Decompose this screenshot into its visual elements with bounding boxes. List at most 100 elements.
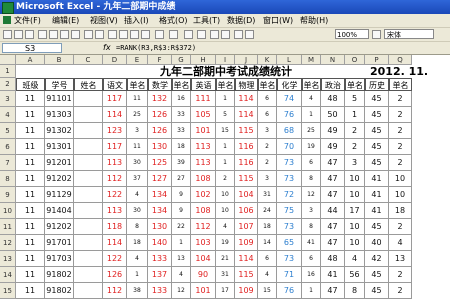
data-cell[interactable]: 114 bbox=[103, 107, 127, 123]
format-painter-icon[interactable] bbox=[141, 30, 150, 39]
data-cell[interactable]: 39 bbox=[172, 155, 191, 171]
data-cell[interactable]: 10 bbox=[216, 187, 235, 203]
column-header[interactable]: N bbox=[321, 55, 345, 65]
data-cell[interactable]: 18 bbox=[258, 219, 277, 235]
data-cell[interactable]: 48 bbox=[321, 91, 345, 107]
data-cell[interactable]: 112 bbox=[103, 283, 127, 299]
data-cell[interactable]: 11 bbox=[16, 155, 45, 171]
data-cell[interactable]: 4 bbox=[302, 91, 321, 107]
data-cell[interactable]: 41 bbox=[365, 203, 389, 219]
data-cell[interactable]: 123 bbox=[103, 123, 127, 139]
paste-icon[interactable] bbox=[130, 30, 139, 39]
data-cell[interactable]: 70 bbox=[277, 139, 302, 155]
data-cell[interactable]: 8 bbox=[127, 219, 148, 235]
column-header[interactable]: A bbox=[16, 55, 45, 65]
name-cell[interactable] bbox=[74, 139, 103, 155]
data-cell[interactable]: 45 bbox=[365, 123, 389, 139]
data-cell[interactable]: 125 bbox=[148, 155, 172, 171]
autosum-icon[interactable] bbox=[197, 30, 206, 39]
data-cell[interactable]: 47 bbox=[321, 219, 345, 235]
data-cell[interactable]: 45 bbox=[365, 107, 389, 123]
data-cell[interactable]: 48 bbox=[321, 251, 345, 267]
data-cell[interactable]: 114 bbox=[235, 91, 258, 107]
name-cell[interactable] bbox=[74, 155, 103, 171]
data-cell[interactable]: 11 bbox=[16, 91, 45, 107]
data-cell[interactable]: 133 bbox=[148, 251, 172, 267]
column-header[interactable]: O bbox=[345, 55, 365, 65]
data-cell[interactable]: 11 bbox=[16, 283, 45, 299]
data-cell[interactable]: 12 bbox=[302, 187, 321, 203]
data-cell[interactable]: 91129 bbox=[45, 187, 74, 203]
data-cell[interactable]: 1 bbox=[345, 107, 365, 123]
data-cell[interactable]: 115 bbox=[235, 267, 258, 283]
name-cell[interactable] bbox=[74, 219, 103, 235]
data-cell[interactable]: 6 bbox=[302, 155, 321, 171]
data-cell[interactable]: 117 bbox=[103, 91, 127, 107]
data-cell[interactable]: 76 bbox=[277, 107, 302, 123]
data-cell[interactable]: 112 bbox=[103, 171, 127, 187]
data-cell[interactable]: 132 bbox=[148, 91, 172, 107]
data-cell[interactable]: 33 bbox=[172, 123, 191, 139]
data-cell[interactable]: 11 bbox=[16, 203, 45, 219]
data-cell[interactable]: 10 bbox=[389, 187, 412, 203]
data-cell[interactable]: 2 bbox=[389, 91, 412, 107]
data-cell[interactable]: 1 bbox=[302, 283, 321, 299]
data-cell[interactable]: 3 bbox=[345, 155, 365, 171]
data-cell[interactable]: 33 bbox=[172, 107, 191, 123]
data-cell[interactable]: 6 bbox=[258, 251, 277, 267]
name-cell[interactable] bbox=[74, 267, 103, 283]
data-cell[interactable]: 11 bbox=[16, 251, 45, 267]
header-cell[interactable]: 化学 bbox=[277, 78, 302, 91]
data-cell[interactable]: 2 bbox=[389, 155, 412, 171]
data-cell[interactable]: 137 bbox=[148, 267, 172, 283]
column-header[interactable]: L bbox=[277, 55, 302, 65]
data-cell[interactable]: 91303 bbox=[45, 107, 74, 123]
data-cell[interactable]: 1 bbox=[216, 91, 235, 107]
name-cell[interactable] bbox=[74, 283, 103, 299]
data-cell[interactable]: 115 bbox=[235, 123, 258, 139]
data-cell[interactable]: 140 bbox=[148, 235, 172, 251]
chart-wizard-icon[interactable] bbox=[234, 30, 243, 39]
data-cell[interactable]: 8 bbox=[302, 171, 321, 187]
row-header[interactable]: 12 bbox=[0, 235, 16, 251]
data-cell[interactable]: 91101 bbox=[45, 91, 74, 107]
column-header[interactable]: J bbox=[235, 55, 258, 65]
header-cell[interactable]: 政治 bbox=[321, 78, 345, 91]
row-header[interactable]: 3 bbox=[0, 91, 16, 107]
spelling-icon[interactable] bbox=[84, 30, 93, 39]
data-cell[interactable]: 3 bbox=[302, 203, 321, 219]
print-icon[interactable] bbox=[60, 30, 69, 39]
data-cell[interactable]: 56 bbox=[345, 267, 365, 283]
data-cell[interactable]: 73 bbox=[277, 251, 302, 267]
data-cell[interactable]: 90 bbox=[191, 267, 216, 283]
data-cell[interactable]: 114 bbox=[235, 251, 258, 267]
data-cell[interactable]: 45 bbox=[365, 139, 389, 155]
row-header[interactable]: 7 bbox=[0, 155, 16, 171]
data-cell[interactable]: 16 bbox=[172, 91, 191, 107]
data-cell[interactable]: 4 bbox=[258, 267, 277, 283]
data-cell[interactable]: 91201 bbox=[45, 155, 74, 171]
sort-descending-icon[interactable] bbox=[221, 30, 230, 39]
data-cell[interactable]: 45 bbox=[365, 283, 389, 299]
header-cell[interactable]: 语文 bbox=[103, 78, 127, 91]
data-cell[interactable]: 50 bbox=[321, 107, 345, 123]
data-cell[interactable]: 4 bbox=[127, 187, 148, 203]
data-cell[interactable]: 47 bbox=[321, 283, 345, 299]
menu-edit[interactable]: 编辑(E) bbox=[52, 14, 79, 27]
data-cell[interactable]: 18 bbox=[389, 203, 412, 219]
data-cell[interactable]: 49 bbox=[321, 123, 345, 139]
row-header[interactable]: 6 bbox=[0, 139, 16, 155]
data-cell[interactable]: 101 bbox=[191, 123, 216, 139]
formula-input[interactable]: =RANK(R3,R$3:R$372) bbox=[116, 42, 196, 54]
data-cell[interactable]: 91404 bbox=[45, 203, 74, 219]
data-cell[interactable]: 15 bbox=[258, 283, 277, 299]
name-box[interactable]: S3 bbox=[2, 43, 62, 53]
data-cell[interactable]: 15 bbox=[216, 123, 235, 139]
column-header[interactable]: M bbox=[302, 55, 321, 65]
data-cell[interactable]: 9 bbox=[172, 187, 191, 203]
data-cell[interactable]: 45 bbox=[365, 267, 389, 283]
data-cell[interactable]: 12 bbox=[172, 283, 191, 299]
column-header[interactable]: K bbox=[258, 55, 277, 65]
name-cell[interactable] bbox=[74, 91, 103, 107]
data-cell[interactable]: 41 bbox=[321, 267, 345, 283]
